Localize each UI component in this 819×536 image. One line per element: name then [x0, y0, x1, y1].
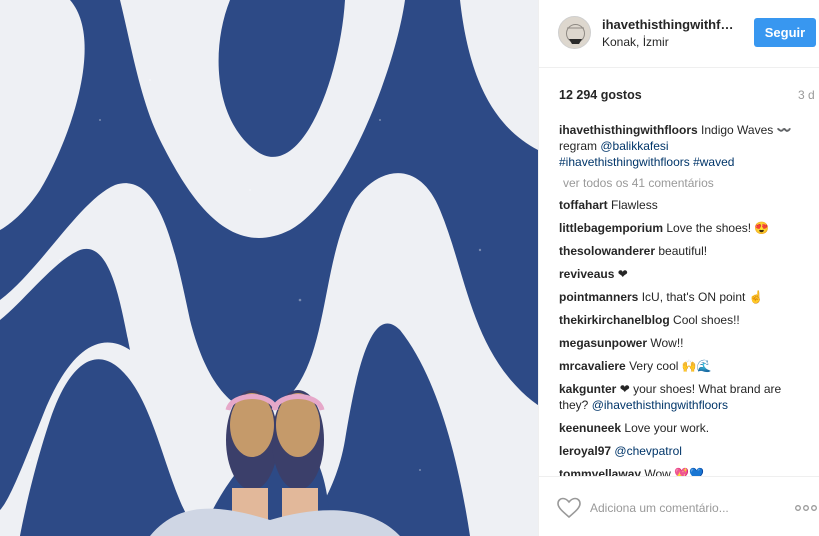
comment-text: Wow 💖💙: [644, 467, 705, 476]
post-photo[interactable]: [0, 0, 538, 536]
comment-username[interactable]: mrcavaliere: [559, 359, 626, 373]
comment-mention[interactable]: @chevpatrol: [614, 444, 682, 458]
comment-text: Love your work.: [624, 421, 710, 435]
comment-text: Flawless: [611, 198, 658, 212]
comments-list: ihavethisthingwithfloors Indigo Waves 〰️…: [559, 122, 799, 476]
caption: ihavethisthingwithfloors Indigo Waves 〰️…: [559, 122, 799, 170]
avatar-image: [559, 17, 590, 48]
comment-username[interactable]: thesolowanderer: [559, 244, 655, 258]
comment-item: littlebagemporium Love the shoes! 😍: [559, 220, 799, 236]
comment-username[interactable]: tommyellaway: [559, 467, 641, 476]
comment-username[interactable]: megasunpower: [559, 336, 647, 350]
comment-username[interactable]: pointmanners: [559, 290, 638, 304]
post-side-panel: ihavethisthingwithfloors Konak, İzmir Se…: [538, 0, 819, 536]
likes-count[interactable]: 12 294 gostos: [559, 88, 642, 102]
caption-mention[interactable]: @balikkafesi: [600, 139, 668, 153]
comment-item: mrcavaliere Very cool 🙌🌊: [559, 358, 799, 374]
comment-text: IcU, that's ON point ☝: [641, 290, 764, 304]
caption-username[interactable]: ihavethisthingwithfloors: [559, 123, 698, 137]
username-link[interactable]: ihavethisthingwithfloors: [602, 17, 737, 32]
comment-username[interactable]: keenuneek: [559, 421, 621, 435]
comment-text: Wow!!: [650, 336, 684, 350]
comment-item: leroyal97 @chevpatrol: [559, 443, 799, 459]
comment-username[interactable]: reviveaus: [559, 267, 614, 281]
comment-text: beautiful!: [658, 244, 708, 258]
wave-floor-image: [0, 0, 538, 536]
comment-text: Very cool 🙌🌊: [629, 359, 712, 373]
comment-text: Cool shoes!!: [673, 313, 740, 327]
comment-item: megasunpower Wow!!: [559, 335, 799, 351]
post-header: ihavethisthingwithfloors Konak, İzmir Se…: [539, 0, 819, 68]
comment-username[interactable]: leroyal97: [559, 444, 611, 458]
post-time[interactable]: 3 d: [798, 88, 815, 102]
avatar[interactable]: [558, 16, 591, 49]
comment-username[interactable]: thekirkirchanelblog: [559, 313, 670, 327]
comment-item: tommyellaway Wow 💖💙: [559, 466, 799, 476]
follow-button[interactable]: Seguir: [754, 18, 816, 47]
location-link[interactable]: Konak, İzmir: [602, 35, 669, 49]
more-options-icon[interactable]: [794, 501, 818, 515]
comment-username[interactable]: toffahart: [559, 198, 608, 212]
load-more-comments[interactable]: ver todos os 41 comentários: [563, 175, 799, 191]
comment-item: thekirkirchanelblog Cool shoes!!: [559, 312, 799, 328]
heart-icon[interactable]: [557, 497, 581, 519]
comment-username[interactable]: kakgunter: [559, 382, 616, 396]
comment-text: Love the shoes! 😍: [666, 221, 770, 235]
comment-item: thesolowanderer beautiful!: [559, 243, 799, 259]
caption-hashtags[interactable]: #ihavethisthingwithfloors #waved: [559, 155, 734, 169]
comment-item: kakgunter ❤ your shoes! What brand are t…: [559, 381, 799, 413]
comment-text: ❤: [617, 267, 628, 281]
post-footer: [539, 476, 819, 536]
comment-mention[interactable]: @ihavethisthingwithfloors: [592, 398, 728, 412]
comment-input[interactable]: [590, 497, 780, 519]
comment-item: keenuneek Love your work.: [559, 420, 799, 436]
post-stats: 12 294 gostos 3 d: [539, 68, 819, 118]
comment-item: pointmanners IcU, that's ON point ☝: [559, 289, 799, 305]
comment-item: reviveaus ❤: [559, 266, 799, 282]
comment-item: toffahart Flawless: [559, 197, 799, 213]
comment-username[interactable]: littlebagemporium: [559, 221, 663, 235]
